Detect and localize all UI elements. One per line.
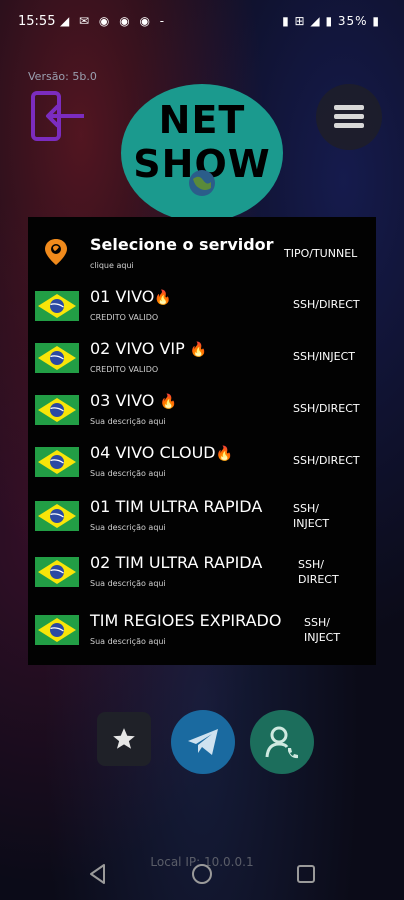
server-row[interactable]: 02 TIM ULTRA RAPIDA Sua descrição aqui S…	[28, 553, 376, 599]
server-name: 01 VIVO🔥	[90, 287, 172, 306]
server-type: SSH/DIRECT	[293, 402, 360, 415]
status-time: 15:55	[18, 14, 56, 29]
server-name: 03 VIVO 🔥	[90, 391, 177, 410]
server-row[interactable]: 04 VIVO CLOUD🔥 Sua descrição aqui SSH/DI…	[28, 443, 376, 485]
fire-icon: 🔥	[215, 446, 234, 462]
exit-icon	[31, 91, 84, 141]
server-type: SSH/DIRECT	[293, 454, 360, 467]
user-phone-icon	[265, 726, 298, 759]
fire-icon: 🔥	[159, 394, 177, 410]
server-description: Sua descrição aqui	[90, 469, 166, 478]
server-row[interactable]: 01 VIVO🔥 CREDITO VALIDO SSH/DIRECT	[28, 287, 376, 329]
server-name: 01 TIM ULTRA RAPIDA	[90, 497, 263, 516]
globe-icon	[189, 170, 215, 196]
fire-icon: 🔥	[189, 342, 208, 358]
star-icon	[113, 728, 135, 749]
menu-button[interactable]	[316, 84, 382, 150]
header-title: Selecione o servidor	[90, 235, 274, 254]
server-description: Sua descrição aqui	[90, 417, 166, 426]
brazil-flag-icon	[35, 343, 79, 373]
header-type: TIPO/TUNNEL	[284, 247, 358, 260]
app-logo: NET SHOW	[121, 84, 283, 222]
recents-icon[interactable]	[294, 862, 318, 886]
status-bar: 15:55 ◢ ✉ ◉ ◉ ◉ - ▮ ⊞ ◢ ▮ 35% ▮	[0, 0, 404, 44]
server-type: SSH/DIRECT	[293, 298, 360, 311]
server-row[interactable]: TIM REGIOES EXPIRADO Sua descrição aqui …	[28, 611, 376, 657]
header-subtitle: clique aqui	[90, 261, 134, 270]
favorite-button[interactable]	[97, 712, 151, 766]
fire-icon: 🔥	[154, 290, 172, 306]
server-description: Sua descrição aqui	[90, 523, 166, 532]
back-icon[interactable]	[86, 862, 110, 886]
user-contact-button[interactable]	[250, 710, 314, 774]
server-list-panel: Selecione o servidor clique aqui TIPO/TU…	[28, 217, 376, 665]
server-name: TIM REGIOES EXPIRADO	[90, 611, 282, 630]
server-type: SSH/INJECT	[293, 502, 330, 530]
notification-icons: ◢ ✉ ◉ ◉ ◉ -	[60, 14, 168, 28]
server-row[interactable]: 03 VIVO 🔥 Sua descrição aqui SSH/DIRECT	[28, 391, 376, 433]
hamburger-icon	[334, 105, 364, 128]
server-name: 02 TIM ULTRA RAPIDA	[90, 553, 263, 572]
server-row[interactable]: 01 TIM ULTRA RAPIDA Sua descrição aqui S…	[28, 497, 376, 543]
brazil-flag-icon	[35, 557, 79, 587]
server-description: Sua descrição aqui	[90, 637, 166, 646]
server-select-header[interactable]: Selecione o servidor clique aqui TIPO/TU…	[28, 235, 376, 275]
server-row[interactable]: 02 VIVO VIP 🔥 CREDITO VALIDO SSH/INJECT	[28, 339, 376, 381]
logo-text-net: NET	[158, 98, 246, 142]
telegram-icon	[188, 729, 218, 755]
status-right: ▮ ⊞ ◢ ▮ 35% ▮	[282, 14, 380, 28]
home-icon[interactable]	[190, 862, 214, 886]
server-name: 02 VIVO VIP 🔥	[90, 339, 208, 358]
server-description: Sua descrição aqui	[90, 579, 166, 588]
server-name: 04 VIVO CLOUD🔥	[90, 443, 234, 462]
server-description: CREDITO VALIDO	[90, 313, 159, 322]
server-type: SSH/INJECT	[304, 616, 341, 644]
location-pin-icon	[45, 239, 67, 265]
system-nav-bar	[0, 850, 404, 900]
server-type: SSH/DIRECT	[298, 558, 339, 586]
brazil-flag-icon	[35, 615, 79, 645]
server-type: SSH/INJECT	[293, 350, 356, 363]
brazil-flag-icon	[35, 447, 79, 477]
exit-button[interactable]	[30, 90, 86, 142]
battery-percent: 35%	[337, 14, 368, 28]
brazil-flag-icon	[35, 501, 79, 531]
brazil-flag-icon	[35, 291, 79, 321]
brazil-flag-icon	[35, 395, 79, 425]
server-description: CREDITO VALIDO	[90, 365, 159, 374]
version-label: Versão: 5b.0	[28, 70, 97, 83]
battery-icon: ▮	[372, 14, 380, 28]
telegram-button[interactable]	[171, 710, 235, 774]
signal-icons: ▮ ⊞ ◢ ▮	[282, 14, 334, 28]
